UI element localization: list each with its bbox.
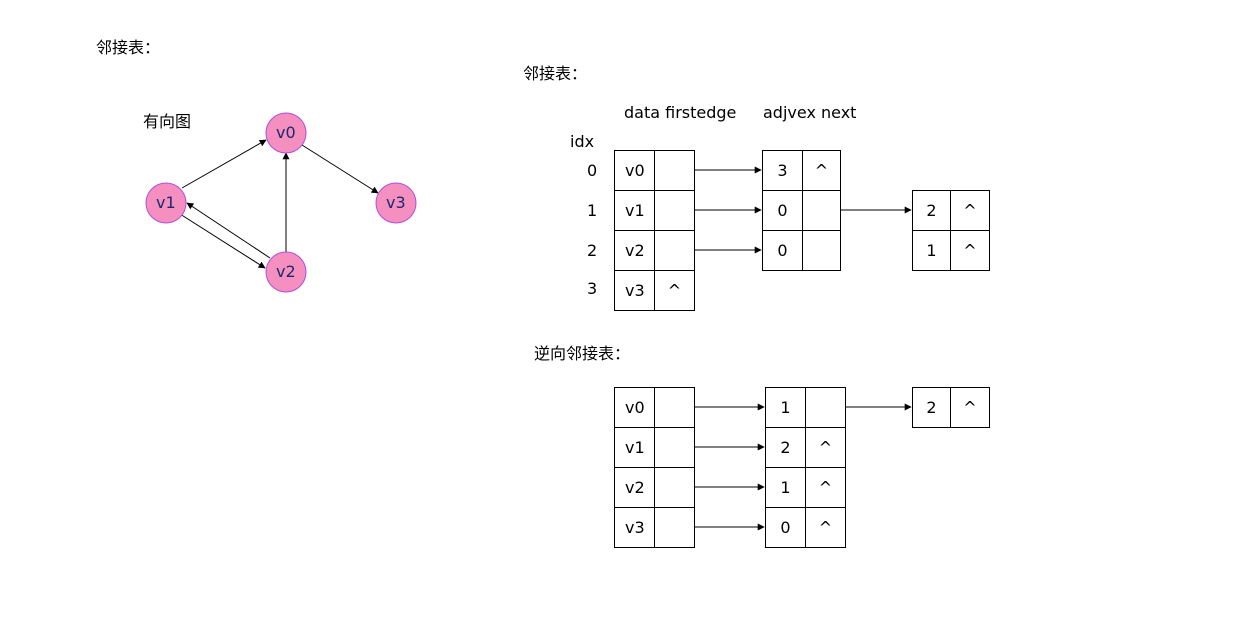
adj-edge2-next-0: ^ xyxy=(950,190,990,231)
rev-edge1-next-0 xyxy=(805,387,846,428)
adj-vertex-firstedge-2 xyxy=(654,230,695,271)
rev-edge1-next-3: ^ xyxy=(805,507,846,548)
rev-vertex-firstedge-2 xyxy=(654,467,695,508)
rev-edge1-next-2: ^ xyxy=(805,467,846,508)
adj-vertex-firstedge-3: ^ xyxy=(654,270,695,311)
adj-vertex-data-3: v3 xyxy=(614,270,655,311)
edge-v1-v0 xyxy=(181,139,267,189)
adjacency-idx-label: idx xyxy=(570,132,595,151)
rev-edge1-next-1: ^ xyxy=(805,427,846,468)
adj-edge2-adjvex-0: 2 xyxy=(912,190,951,231)
adj-edge2-adjvex-1: 1 xyxy=(912,230,951,271)
adjacency-index-1: 1 xyxy=(587,201,598,220)
rev-vertex-firstedge-3 xyxy=(654,507,695,548)
adjacency-header-vertex: data firstedge xyxy=(624,103,737,122)
adjacency-index-3: 3 xyxy=(587,279,598,298)
adjacency-header-edge: adjvex next xyxy=(763,103,857,122)
rev-edge2-next-0: ^ xyxy=(950,387,990,428)
adj-edge1-next-2 xyxy=(802,230,841,271)
adj-vertex-firstedge-0 xyxy=(654,150,695,191)
rev-vertex-data-2: v2 xyxy=(614,467,655,508)
adj-vertex-firstedge-1 xyxy=(654,190,695,231)
rev-edge1-adjvex-2: 1 xyxy=(765,467,806,508)
rev-vertex-data-0: v0 xyxy=(614,387,655,428)
rev-vertex-firstedge-0 xyxy=(654,387,695,428)
node-v2-label: v2 xyxy=(276,262,296,281)
adjacency-index-0: 0 xyxy=(587,161,598,180)
adj-edge1-next-1 xyxy=(802,190,841,231)
adj-vertex-data-0: v0 xyxy=(614,150,655,191)
rev-edge1-adjvex-0: 1 xyxy=(765,387,806,428)
rev-edge2-adjvex-0: 2 xyxy=(912,387,951,428)
adj-edge1-next-0: ^ xyxy=(802,150,841,191)
rev-vertex-firstedge-1 xyxy=(654,427,695,468)
rev-edge1-adjvex-1: 2 xyxy=(765,427,806,468)
node-v0-label: v0 xyxy=(276,123,296,142)
adj-edge2-next-1: ^ xyxy=(950,230,990,271)
rev-vertex-data-1: v1 xyxy=(614,427,655,468)
node-v1-label: v1 xyxy=(156,193,176,212)
adj-edge1-adjvex-2: 0 xyxy=(762,230,803,271)
adj-vertex-data-2: v2 xyxy=(614,230,655,271)
rev-vertex-data-3: v3 xyxy=(614,507,655,548)
adj-edge1-adjvex-0: 3 xyxy=(762,150,803,191)
edge-v0-v3 xyxy=(301,144,379,194)
node-v3-label: v3 xyxy=(386,193,406,212)
reverse-title: 逆向邻接表： xyxy=(534,344,631,363)
adjacency-title: 邻接表： xyxy=(523,64,588,83)
edge-v2-v1 xyxy=(186,202,271,259)
adj-edge1-adjvex-1: 0 xyxy=(762,190,803,231)
adjacency-index-2: 2 xyxy=(587,241,598,260)
edge-v1-v2 xyxy=(179,213,266,269)
rev-edge1-adjvex-3: 0 xyxy=(765,507,806,548)
adj-vertex-data-1: v1 xyxy=(614,190,655,231)
